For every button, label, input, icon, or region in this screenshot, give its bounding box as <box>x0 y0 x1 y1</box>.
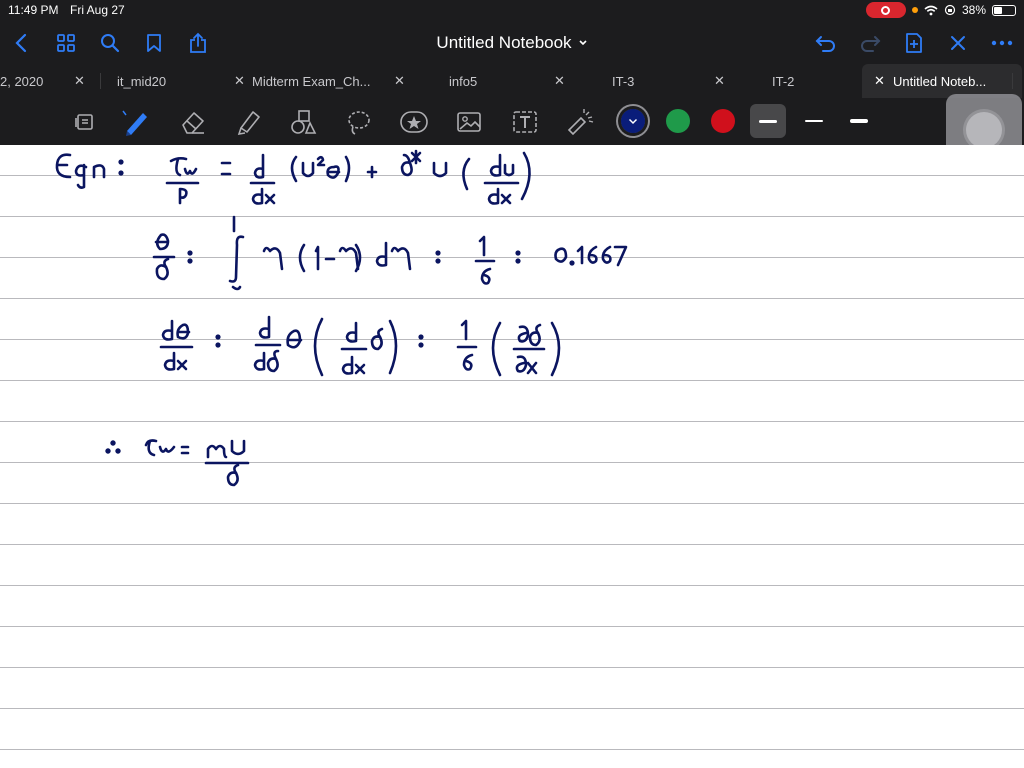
close-icon[interactable] <box>945 30 971 56</box>
tab-close-icon[interactable]: ✕ <box>714 73 725 89</box>
tab-1[interactable]: 2, 2020 ✕ <box>0 64 100 98</box>
color-swatch-green[interactable] <box>666 109 690 133</box>
tab-7[interactable]: ✕ Untitled Noteb... <box>862 64 1022 98</box>
tab-2[interactable]: it_mid20 ✕ <box>101 64 245 98</box>
more-icon[interactable] <box>989 30 1015 56</box>
tab-close-icon[interactable]: ✕ <box>554 73 565 89</box>
eraser-icon[interactable] <box>177 106 209 138</box>
highlighter-icon[interactable] <box>233 106 265 138</box>
color-swatch-navy[interactable] <box>621 109 645 133</box>
tab-label: IT-2 <box>772 74 795 89</box>
wifi-icon <box>924 5 938 15</box>
stroke-width-thin[interactable] <box>796 104 832 138</box>
lasso-icon[interactable] <box>343 106 375 138</box>
read-mode-icon[interactable] <box>68 106 100 138</box>
handwriting-ink <box>55 149 628 487</box>
handwritten-line-2 <box>152 215 628 291</box>
tab-label: it_mid20 <box>117 74 167 89</box>
tab-3[interactable]: Midterm Exam_Ch... ✕ <box>241 64 421 98</box>
handwritten-line-3 <box>159 315 561 377</box>
image-icon[interactable] <box>453 106 485 138</box>
battery-percent: 38% <box>961 3 986 17</box>
tab-label: IT-3 <box>612 74 635 89</box>
tab-strip: 2, 2020 ✕ it_mid20 ✕ Midterm Exam_Ch... … <box>0 64 1024 98</box>
tab-6[interactable]: IT-2 <box>741 64 862 98</box>
pen-icon[interactable] <box>120 106 152 138</box>
floating-tool-knob <box>966 112 1002 148</box>
notebook-title-text: Untitled Notebook <box>436 33 572 52</box>
shapes-icon[interactable] <box>287 106 319 138</box>
orientation-lock-icon <box>944 4 956 16</box>
screen-recording-icon[interactable] <box>865 2 906 18</box>
chevron-down-icon <box>578 40 587 46</box>
notebook-page[interactable] <box>0 145 1024 768</box>
nav-bar: Untitled Notebook <box>0 22 1024 64</box>
mic-indicator-icon <box>911 7 918 13</box>
tab-label: info5 <box>449 74 478 89</box>
status-date: Fri Aug 27 <box>70 3 125 17</box>
text-icon[interactable] <box>509 106 541 138</box>
tab-close-icon[interactable]: ✕ <box>394 73 405 89</box>
add-page-icon[interactable] <box>901 30 927 56</box>
tab-close-icon[interactable]: ✕ <box>74 73 85 89</box>
battery-icon <box>992 4 1016 16</box>
sticker-icon[interactable] <box>398 106 430 138</box>
tab-close-icon[interactable]: ✕ <box>874 73 885 89</box>
tab-divider <box>1012 73 1013 89</box>
app-chrome: 11:49 PM Fri Aug 27 38% Untitled Noteboo… <box>0 0 1024 145</box>
handwritten-line-4 <box>105 439 250 487</box>
tab-5[interactable]: IT-3 ✕ <box>581 64 741 98</box>
status-bar: 11:49 PM Fri Aug 27 38% <box>0 0 1024 22</box>
laser-pointer-icon[interactable] <box>564 106 596 138</box>
tab-label: Midterm Exam_Ch... <box>252 74 371 89</box>
tab-label: Untitled Noteb... <box>893 74 987 89</box>
color-swatch-red[interactable] <box>711 109 735 133</box>
undo-icon[interactable] <box>813 30 839 56</box>
drawing-toolbar <box>0 98 1024 145</box>
stroke-width-thick[interactable] <box>750 104 786 138</box>
redo-icon[interactable] <box>857 30 883 56</box>
tab-label: 2, 2020 <box>0 74 44 89</box>
stroke-width-medium[interactable] <box>841 104 877 138</box>
status-time: 11:49 PM <box>8 3 59 17</box>
status-indicators: 38% <box>865 2 1016 18</box>
handwritten-line-1 <box>55 149 531 205</box>
tab-4[interactable]: info5 ✕ <box>421 64 581 98</box>
